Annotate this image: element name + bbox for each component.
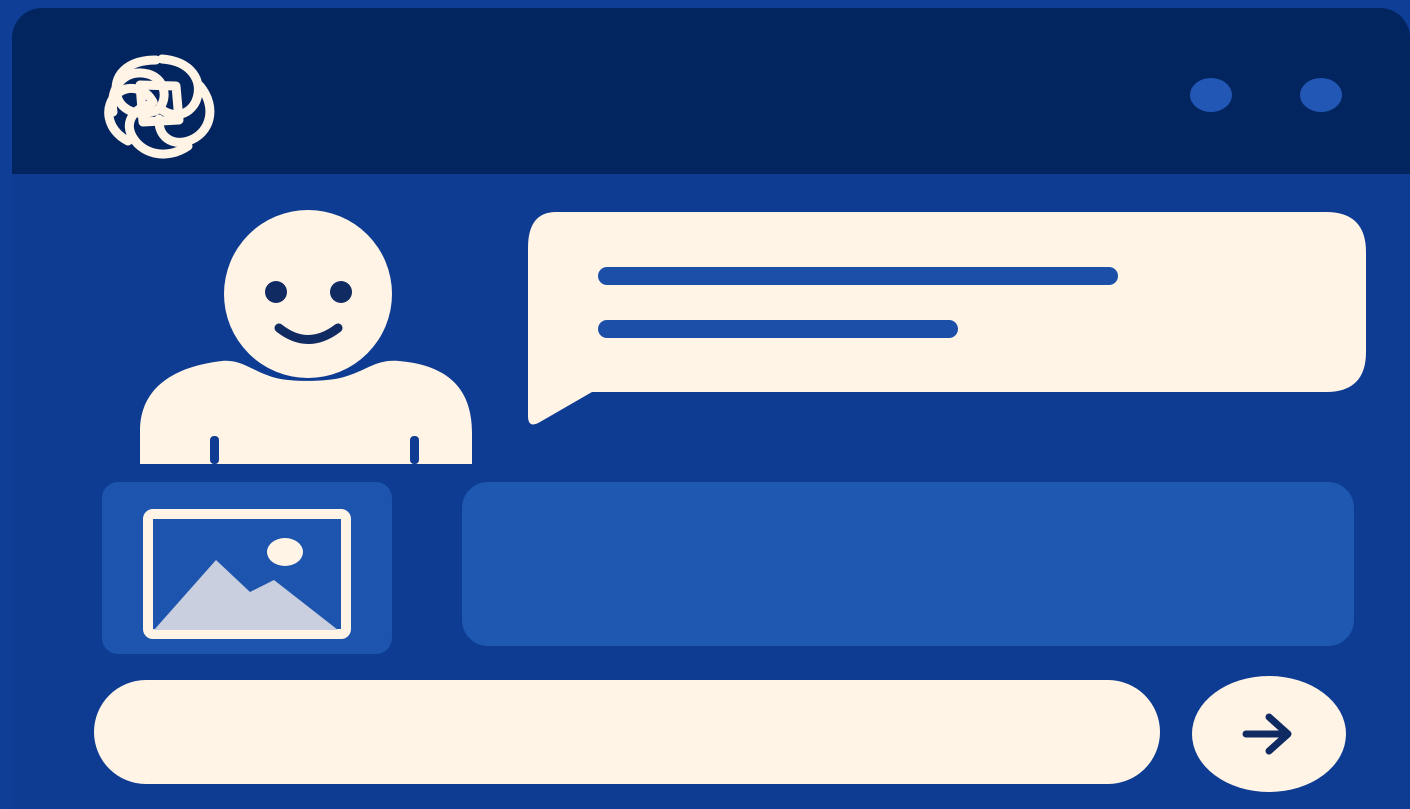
message-line: [598, 267, 1118, 285]
image-attachment-tile[interactable]: [102, 482, 392, 654]
message-input[interactable]: [94, 680, 1160, 784]
message-line: [598, 320, 958, 338]
send-button[interactable]: [1192, 676, 1346, 792]
window-titlebar: [12, 8, 1410, 174]
window-dot-icon[interactable]: [1190, 78, 1232, 112]
openai-logo-icon: [104, 54, 215, 159]
chat-window: [12, 8, 1410, 809]
app-screen: [0, 0, 1410, 809]
assistant-message-bubble: [520, 212, 1366, 432]
window-dot-icon[interactable]: [1300, 78, 1342, 112]
image-icon: [143, 509, 351, 639]
arrow-right-icon: [1242, 713, 1292, 755]
user-avatar-icon: [140, 210, 472, 464]
content-panel: [462, 482, 1354, 646]
